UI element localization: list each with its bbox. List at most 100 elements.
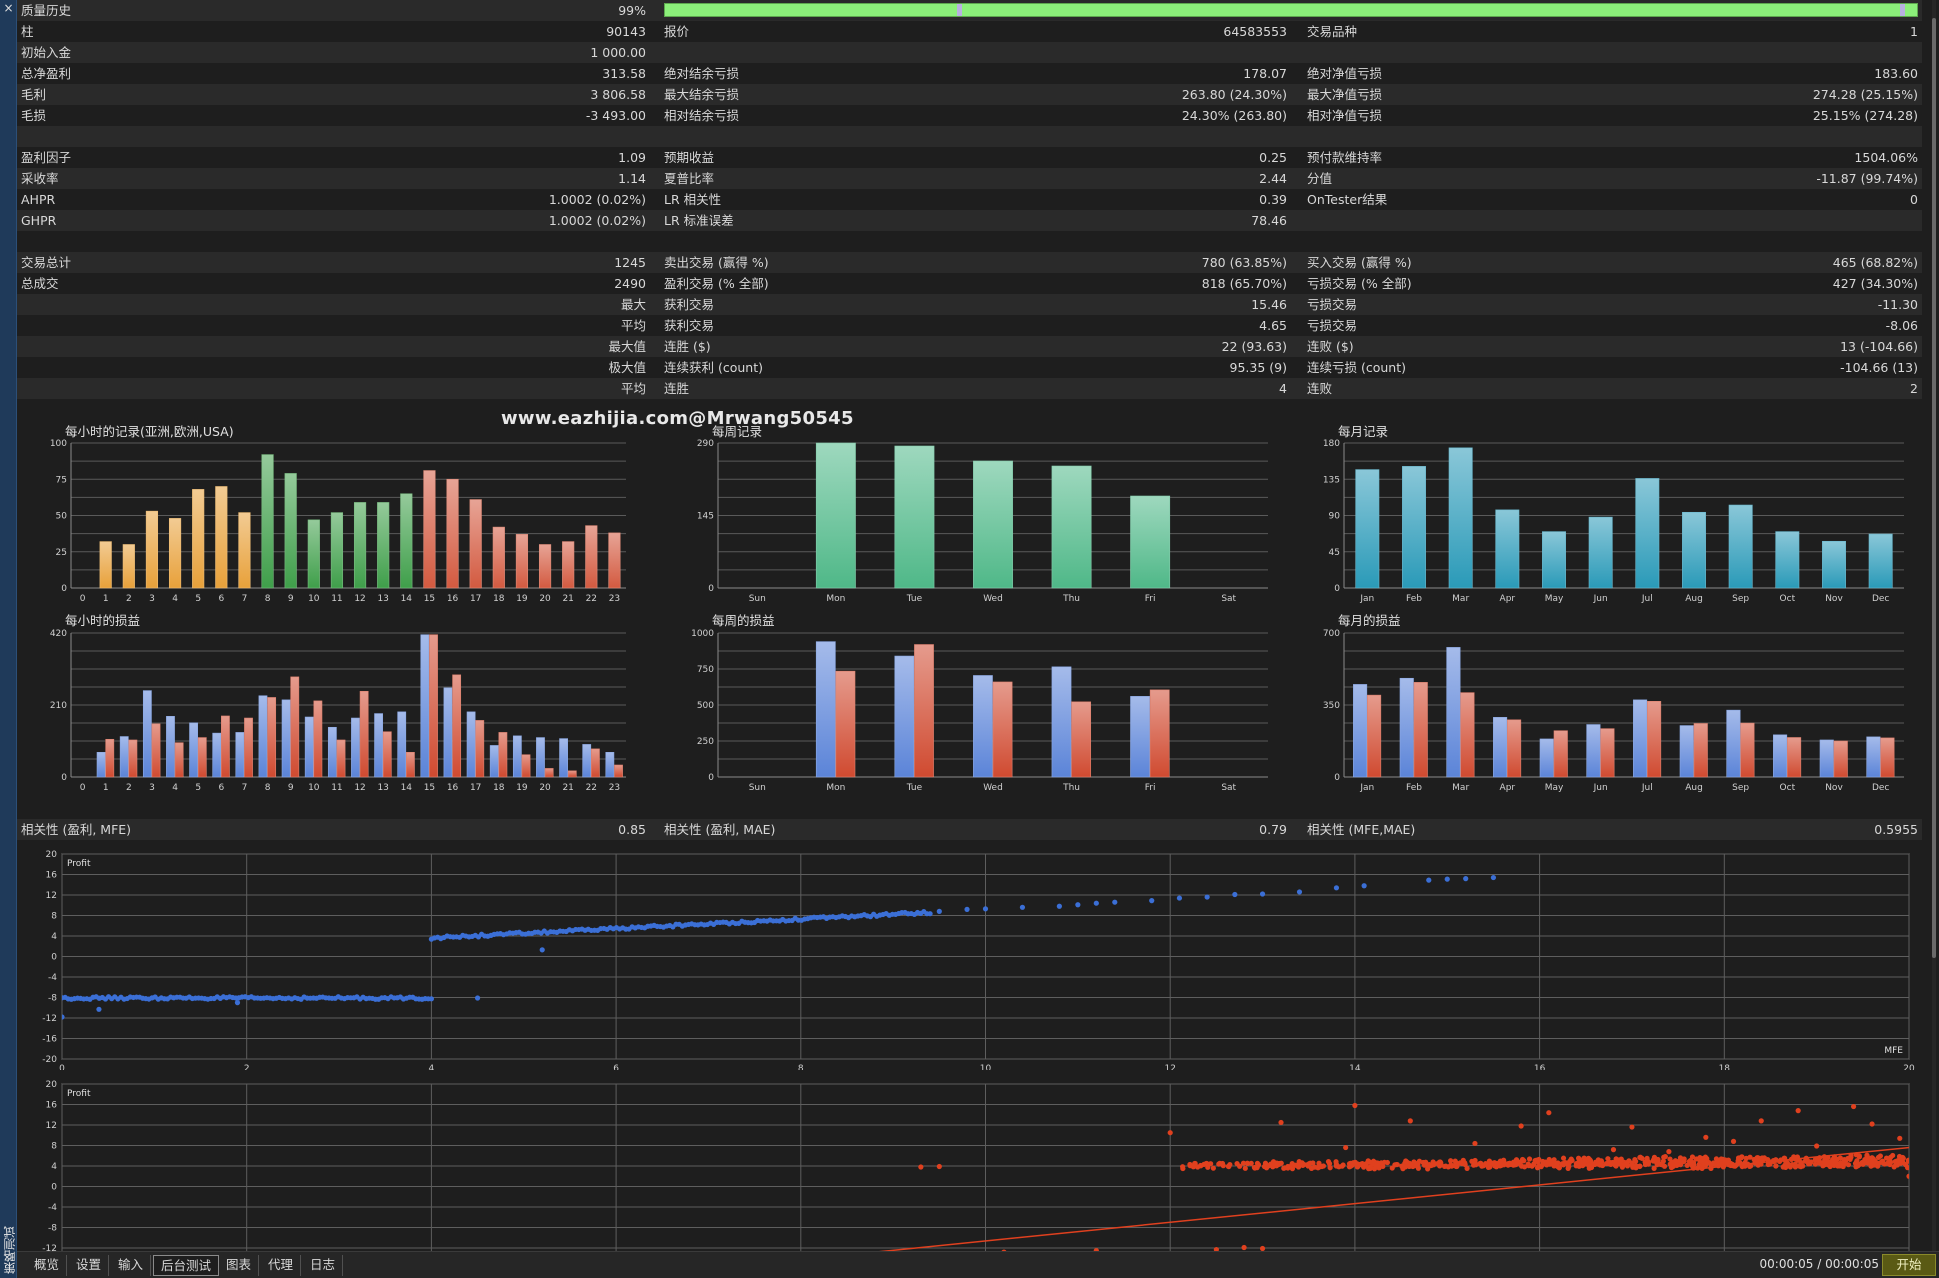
tab-journal[interactable]: 日志 — [303, 1255, 344, 1276]
stats-cell-value-b: 263.80 (24.30%) — [1181, 87, 1287, 102]
bar — [307, 519, 320, 589]
monthly-pnl-chart-svg: 0 350 700 Jan Feb Mar Apr May Jun Jul Aug Sep Oct Nov… — [1323, 629, 1904, 793]
y-tick-label: -12 — [42, 1014, 57, 1024]
stats-cell-value-c: 427 (34.30%) — [1832, 276, 1918, 291]
loss-bar — [1071, 701, 1092, 778]
scatter-point — [1905, 1157, 1909, 1163]
x-tick-label: 21 — [562, 783, 573, 793]
loss-bar — [1647, 700, 1662, 778]
x-tick-label: 13 — [377, 594, 388, 604]
stats-cell-value-c: -104.66 (13) — [1840, 360, 1918, 375]
bar — [446, 478, 459, 589]
stats-row — [17, 399, 1922, 420]
y-tick-label: 50 — [56, 512, 68, 522]
scatter-point — [1847, 1156, 1853, 1163]
tab-agents[interactable]: 代理 — [261, 1255, 302, 1276]
y-tick-label: -16 — [42, 1035, 57, 1045]
profit-bar — [1633, 699, 1648, 778]
y-tick-label: -4 — [48, 973, 57, 983]
x-tick-label: Apr — [1500, 594, 1516, 604]
x-tick-label: 9 — [288, 783, 294, 793]
x-tick-label: 4 — [429, 1064, 435, 1070]
scatter-point — [1513, 1157, 1520, 1163]
quality-bar-marker — [957, 4, 962, 16]
tab-overview[interactable]: 概览 — [27, 1255, 68, 1276]
x-tick-label: Feb — [1406, 783, 1422, 793]
x-tick-label: 11 — [331, 783, 342, 793]
scatter-point — [1278, 1119, 1284, 1126]
y-tick-label: 4 — [51, 932, 57, 942]
tab-backtest[interactable]: 后台测试 — [153, 1255, 220, 1276]
profit-bar — [1051, 666, 1072, 778]
y-tick-label: 0 — [708, 773, 714, 783]
scatter-point — [1367, 1165, 1373, 1172]
tab-graph[interactable]: 图表 — [219, 1255, 260, 1276]
y-tick-label: -8 — [48, 994, 57, 1004]
x-tick-label: Sat — [1221, 783, 1236, 793]
loss-bar — [290, 676, 300, 778]
x-tick-label: Mar — [1452, 594, 1469, 604]
bar — [492, 526, 505, 589]
stats-cell-value-b: 2.44 — [1259, 171, 1287, 186]
loss-bar — [267, 697, 277, 778]
scatter-point — [1056, 903, 1062, 909]
loss-bar — [382, 731, 392, 778]
scatter-point — [1559, 1161, 1565, 1167]
bar — [1588, 516, 1613, 589]
stats-cell-value-a: 最大 — [620, 297, 646, 312]
scatter-point — [1272, 1161, 1278, 1167]
loss-bar — [1833, 740, 1848, 778]
scatter-point — [1551, 1157, 1557, 1163]
loss-bar — [1507, 719, 1522, 778]
tab-inputs[interactable]: 输入 — [111, 1255, 152, 1276]
close-icon[interactable]: × — [2, 1, 15, 15]
y-axis-label: Profit — [67, 859, 91, 869]
tab-settings[interactable]: 设置 — [69, 1255, 110, 1276]
x-tick-label: 18 — [493, 594, 505, 604]
x-tick-label: 15 — [424, 783, 435, 793]
x-tick-label: 23 — [609, 783, 620, 793]
x-tick-label: 14 — [401, 783, 413, 793]
stats-row — [17, 231, 1922, 252]
scrollbar-thumb[interactable] — [1932, 18, 1936, 958]
vertical-scrollbar[interactable] — [1932, 0, 1936, 1251]
x-tick-label: Wed — [983, 594, 1003, 604]
stats-row: 平均 获利交易 4.65 亏损交易 -8.06 — [17, 315, 1922, 336]
scatter-point — [1281, 1165, 1287, 1171]
x-tick-label: Fri — [1145, 594, 1156, 604]
scatter-point — [1814, 1143, 1820, 1149]
scatter-point — [1906, 1173, 1909, 1179]
profit-bar — [815, 641, 836, 778]
y-tick-label: 0 — [61, 584, 67, 594]
scatter-point — [1887, 1159, 1893, 1166]
scatter-point — [1287, 1164, 1293, 1170]
loss-bar — [498, 732, 508, 778]
scatter-point — [1622, 1161, 1628, 1168]
loss-bar — [567, 770, 577, 778]
scatter-point — [1444, 876, 1450, 882]
loss-bar — [521, 754, 531, 778]
x-tick-label: 0 — [80, 783, 86, 793]
scatter-point — [1093, 900, 1099, 906]
start-button[interactable]: 开始 — [1882, 1254, 1936, 1276]
stats-cell-value-c: 274.28 (25.15%) — [1812, 87, 1918, 102]
scatter-point — [1232, 891, 1238, 898]
scatter-point — [1677, 1155, 1684, 1161]
backtest-report: 质量历史 99% 柱 90143 报价 64583553 交易品种 1 初始入金 1 000.00… — [17, 0, 1936, 1251]
x-tick-label: Jun — [1593, 783, 1608, 793]
bar — [562, 541, 575, 589]
scatter-point — [1316, 1160, 1322, 1166]
scatter-point — [1832, 1159, 1838, 1166]
scatter-point — [1496, 1160, 1502, 1166]
loss-bar — [221, 715, 230, 778]
scatter-point — [982, 906, 989, 912]
y-tick-label: 180 — [1323, 439, 1340, 449]
x-tick-label: 4 — [172, 783, 178, 793]
y-tick-label: 145 — [697, 512, 714, 522]
loss-bar — [1460, 692, 1475, 778]
bar — [608, 532, 621, 589]
scatter-point — [1518, 1123, 1524, 1129]
scatter-point — [1259, 891, 1266, 897]
bar — [1402, 466, 1426, 589]
bar — [122, 544, 135, 589]
